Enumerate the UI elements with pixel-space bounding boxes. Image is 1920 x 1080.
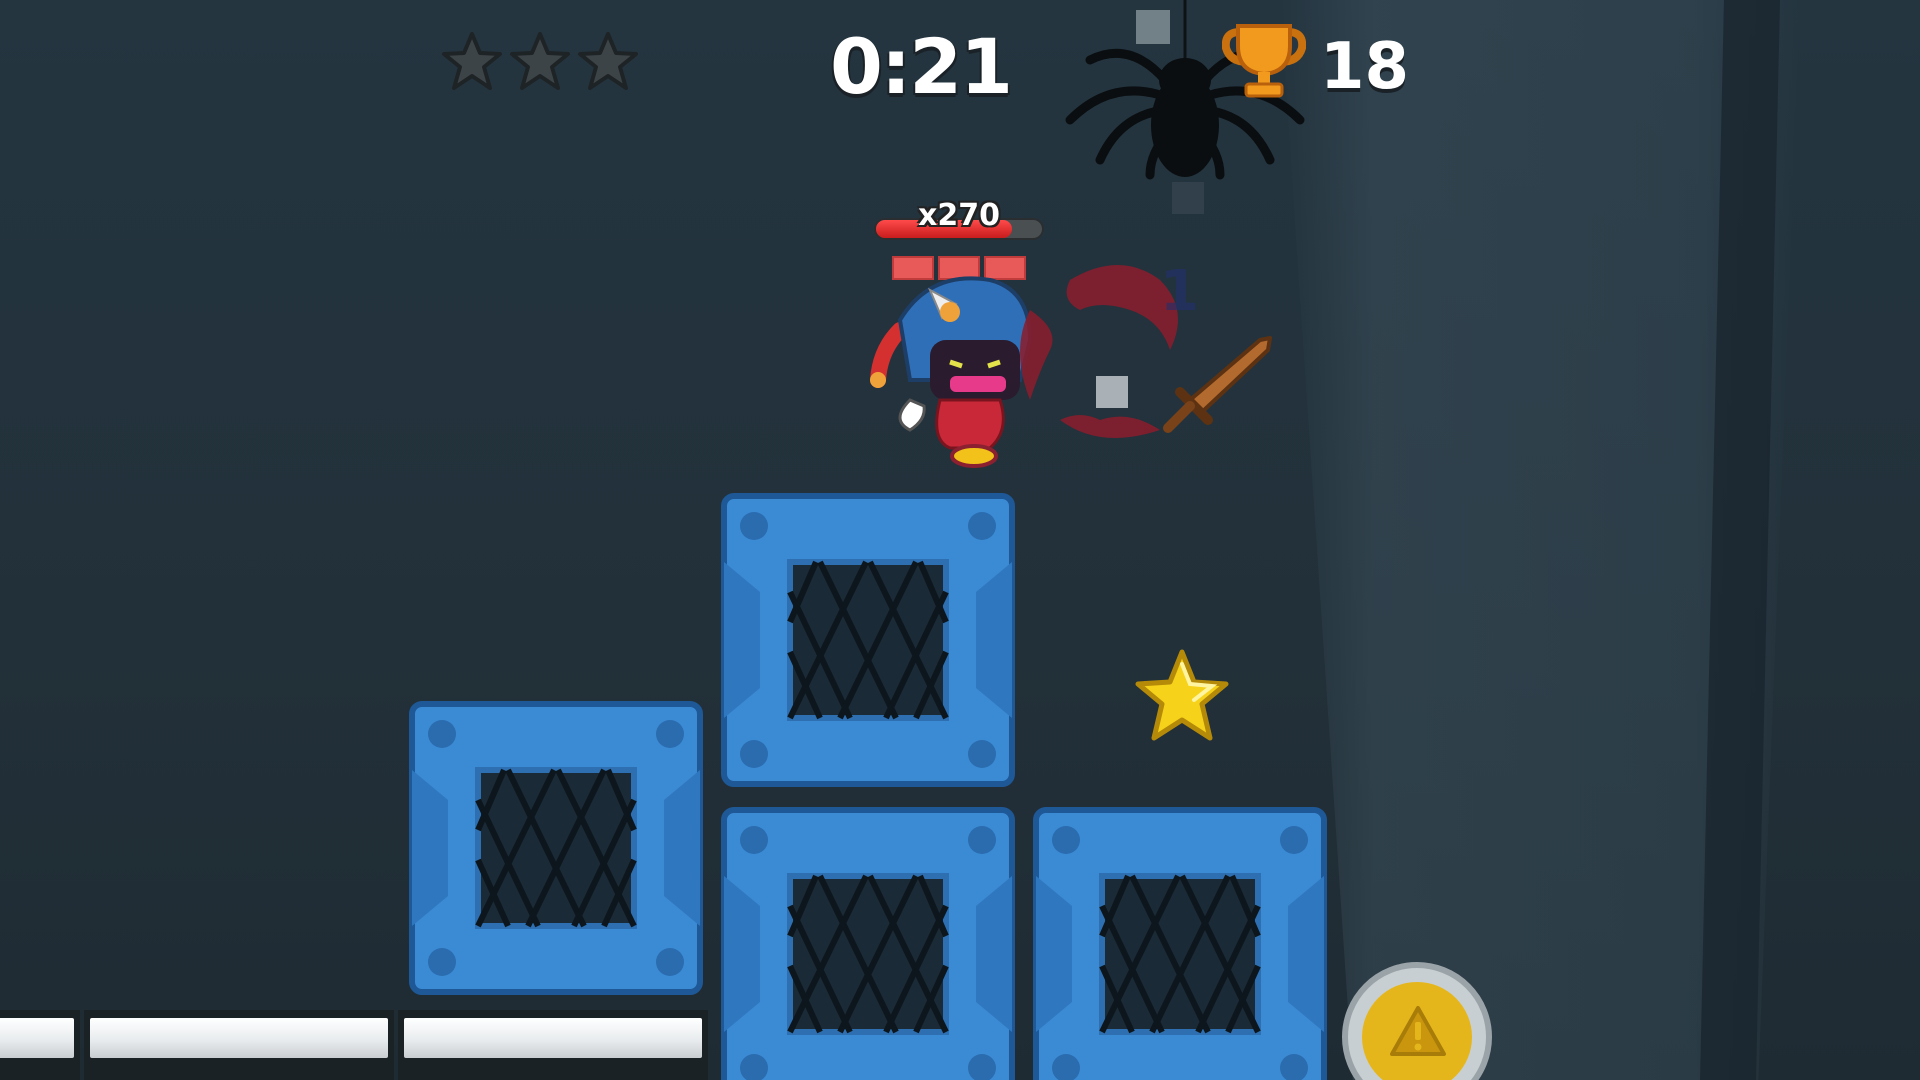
svg-text:1: 1 (1160, 259, 1199, 324)
metal-crate (720, 492, 1016, 788)
collectible-star-icon (1135, 649, 1229, 741)
metal-crate (720, 806, 1016, 1080)
trophy-icon (1222, 24, 1306, 98)
game-screen: 0:21 18 x270 1 (0, 0, 1920, 1080)
floor-plank (398, 1010, 708, 1080)
player-health-bar: x270 (874, 198, 1044, 240)
star-outline-icon (578, 32, 638, 90)
star-outline-icon (442, 32, 502, 90)
floor-plank (84, 1010, 394, 1080)
multiplier-label: x270 (918, 198, 1000, 233)
debris-block (1096, 376, 1128, 408)
metal-crate (1032, 806, 1328, 1080)
debris-block (1172, 182, 1204, 214)
floor-plank (0, 1010, 80, 1080)
level-stars (440, 30, 640, 94)
warning-icon (1390, 1006, 1446, 1056)
level-timer: 0:21 (830, 22, 1013, 111)
star-outline-icon (510, 32, 570, 90)
metal-crate (408, 700, 704, 996)
trophy-count: 18 (1320, 30, 1410, 104)
sword-weapon (1163, 336, 1272, 433)
